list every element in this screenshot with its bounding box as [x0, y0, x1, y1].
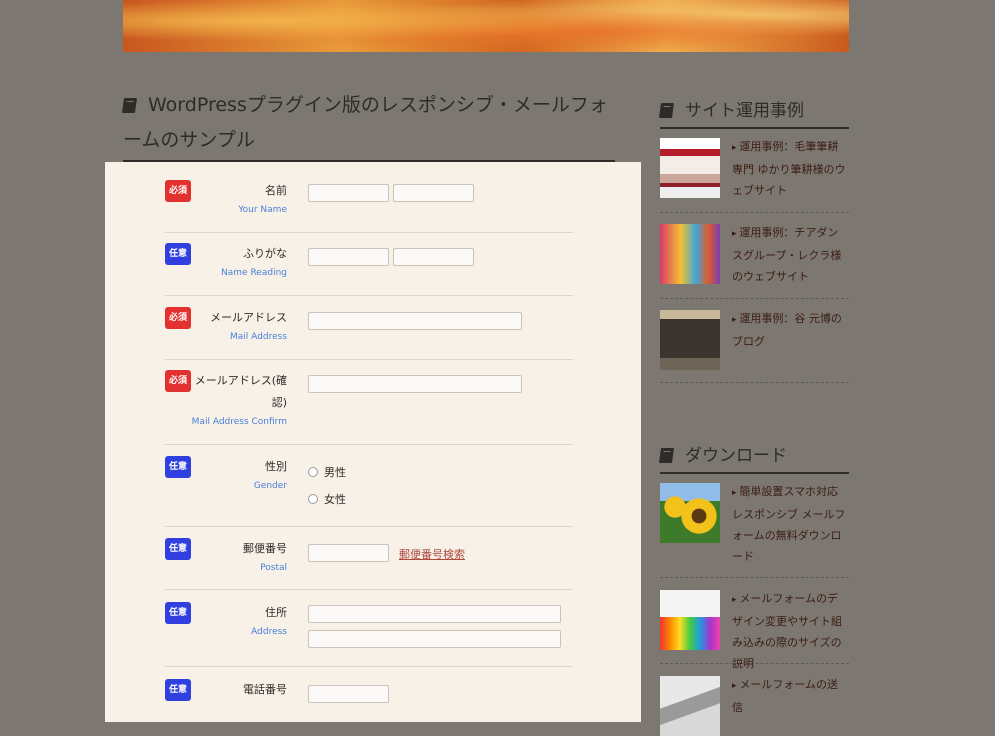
page-title: WordPressプラグイン版のレスポンシブ・メールフォームのサンプル — [121, 88, 615, 162]
name-label: 名前 — [265, 184, 287, 197]
form-row-phone: 任意 電話番号 — [165, 679, 573, 719]
address-input-2[interactable] — [308, 630, 561, 648]
mail-form: 必須 名前 Your Name 任意 ふりがな Name Reading 必須 … — [105, 162, 641, 722]
gender-female-label: 女性 — [324, 493, 346, 506]
form-row-address: 任意 住所 Address — [165, 602, 573, 667]
address-input-1[interactable] — [308, 605, 561, 623]
sidebar-heading-cases: サイト運用事例 — [658, 96, 849, 129]
gender-male-radio[interactable]: 男性 — [308, 464, 346, 480]
form-row-name: 必須 名前 Your Name — [165, 180, 573, 233]
thumbnail-image — [660, 138, 720, 198]
sidebar-item-link[interactable]: 簡単設置スマホ対応レスポンシブ メールフォームの無料ダウンロード — [732, 481, 849, 567]
form-row-mail: 必須 メールアドレス Mail Address — [165, 307, 573, 360]
sidebar-item-download-3[interactable]: メールフォームの送信 — [660, 674, 849, 736]
sidebar-item-link[interactable]: 運用事例：チアダンスグループ・レクラ様のウェブサイト — [732, 222, 849, 287]
radio-circle[interactable] — [308, 467, 318, 477]
sidebar-item-download-2[interactable]: メールフォームのデザイン変更やサイト組み込みの際のサイズの説明 — [660, 590, 849, 670]
last-name-input[interactable] — [308, 184, 389, 202]
sidebar-item-case-1[interactable]: 運用事例：毛筆筆耕専門 ゆかり筆耕様のウェブサイト — [660, 138, 849, 213]
sidebar-item-link[interactable]: 運用事例：毛筆筆耕専門 ゆかり筆耕様のウェブサイト — [732, 136, 849, 201]
sidebar-item-link[interactable]: メールフォームの送信 — [732, 674, 849, 718]
thumbnail-image — [660, 590, 720, 650]
reading-label: ふりがな — [243, 247, 287, 260]
reading-sublabel: Name Reading — [221, 268, 287, 278]
book-icon — [658, 448, 675, 463]
postal-sublabel: Postal — [260, 563, 287, 573]
form-row-gender: 任意 性別 Gender 男性 女性 — [165, 456, 573, 527]
gender-label: 性別 — [265, 460, 287, 473]
postal-search-link[interactable]: 郵便番号検索 — [399, 546, 465, 562]
radio-circle[interactable] — [308, 494, 318, 504]
mail-confirm-sublabel: Mail Address Confirm — [191, 417, 287, 427]
mail-confirm-label-line1: メールアドレス(確 — [194, 374, 287, 387]
sidebar-heading-download: ダウンロード — [658, 441, 849, 474]
thumbnail-image — [660, 310, 720, 370]
thumbnail-image — [660, 224, 720, 284]
first-name-reading-input[interactable] — [393, 248, 474, 266]
book-icon — [121, 98, 138, 113]
thumbnail-image — [660, 483, 720, 543]
form-row-mail-confirm: 必須 メールアドレス(確 認) Mail Address Confirm — [165, 370, 573, 445]
gender-male-label: 男性 — [324, 466, 346, 479]
postal-input[interactable] — [308, 544, 389, 562]
sidebar-item-link[interactable]: 運用事例：谷 元博のブログ — [732, 308, 849, 352]
mail-sublabel: Mail Address — [230, 332, 287, 342]
mail-label: メールアドレス — [210, 311, 287, 324]
header-banner-image — [123, 0, 849, 52]
mail-confirm-input[interactable] — [308, 375, 522, 393]
sidebar-heading-text: サイト運用事例 — [685, 101, 804, 121]
name-sublabel: Your Name — [238, 205, 287, 215]
address-sublabel: Address — [251, 627, 287, 637]
postal-label: 郵便番号 — [243, 542, 287, 555]
sidebar-heading-text: ダウンロード — [685, 446, 787, 466]
phone-label: 電話番号 — [243, 683, 287, 696]
sidebar-item-link[interactable]: メールフォームのデザイン変更やサイト組み込みの際のサイズの説明 — [732, 588, 849, 674]
mail-confirm-label-line2: 認) — [271, 396, 287, 409]
first-name-input[interactable] — [393, 184, 474, 202]
address-label: 住所 — [265, 606, 287, 619]
form-row-reading: 任意 ふりがな Name Reading — [165, 243, 573, 296]
thumbnail-image — [660, 676, 720, 736]
mail-input[interactable] — [308, 312, 522, 330]
last-name-reading-input[interactable] — [308, 248, 389, 266]
form-row-postal: 任意 郵便番号 Postal 郵便番号検索 — [165, 538, 573, 590]
sidebar-item-download-1[interactable]: 簡単設置スマホ対応レスポンシブ メールフォームの無料ダウンロード — [660, 483, 849, 578]
gender-female-radio[interactable]: 女性 — [308, 491, 346, 507]
phone-input[interactable] — [308, 685, 389, 703]
sidebar-item-case-2[interactable]: 運用事例：チアダンスグループ・レクラ様のウェブサイト — [660, 224, 849, 299]
book-icon — [658, 103, 675, 118]
gender-sublabel: Gender — [253, 481, 287, 491]
sidebar-item-case-3[interactable]: 運用事例：谷 元博のブログ — [660, 310, 849, 383]
page-title-text: WordPressプラグイン版のレスポンシブ・メールフォームのサンプル — [123, 94, 608, 151]
